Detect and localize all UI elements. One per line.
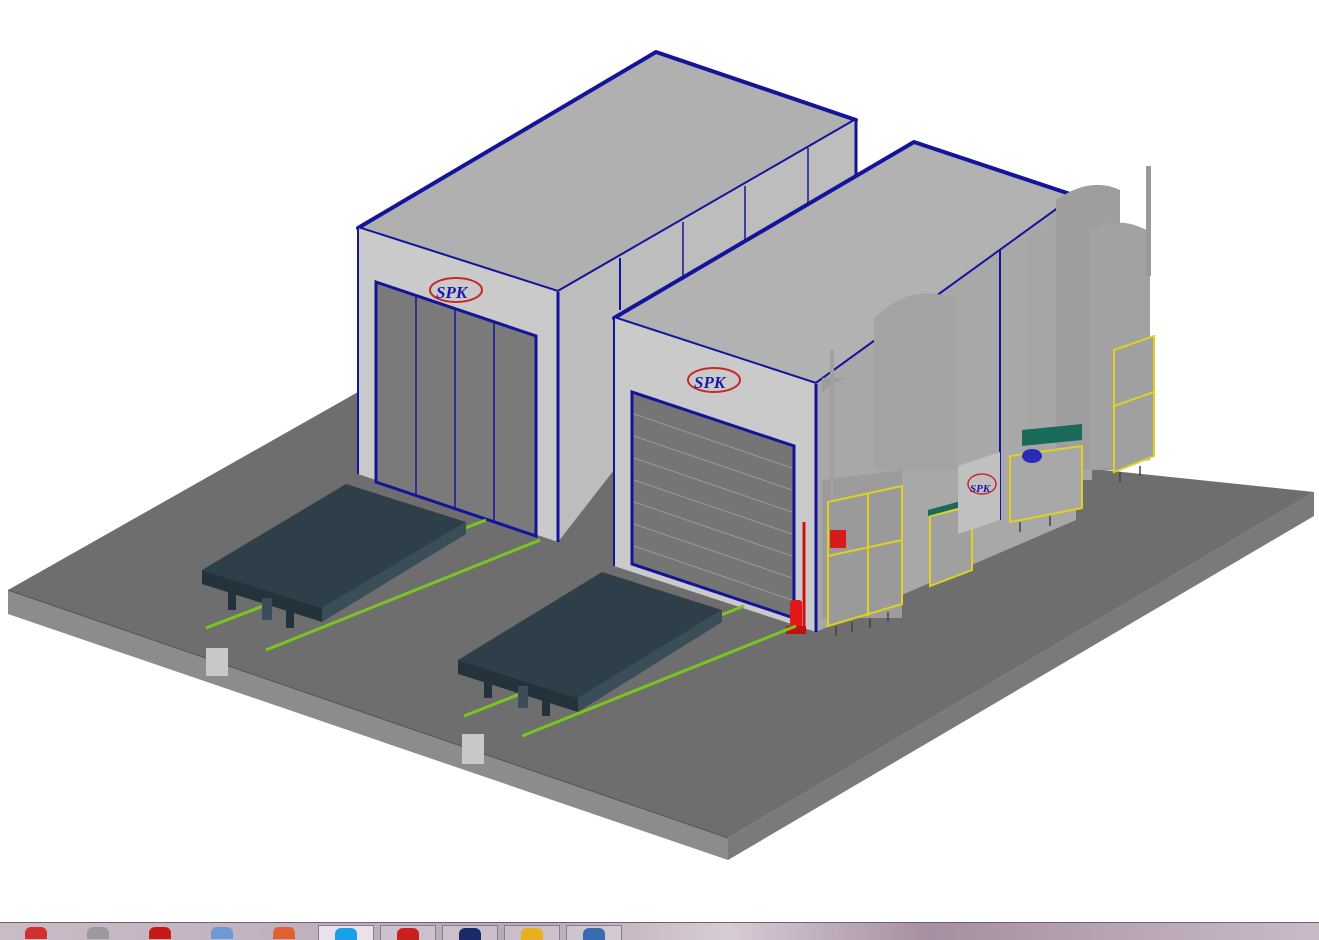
windows-taskbar [0, 922, 1319, 940]
taskbar-app-3[interactable] [132, 925, 188, 940]
booth-left-logo: SPK [436, 283, 469, 302]
spray-booth-3d-model: SPK SPK SPK [7, 50, 1314, 860]
document-icon [273, 927, 295, 939]
cad-viewport[interactable]: SPK SPK SPK [0, 0, 1319, 922]
printer-icon [87, 927, 109, 939]
pdf-icon [397, 928, 419, 940]
booth-right-logo: SPK [694, 373, 727, 392]
taskbar-app-2[interactable] [70, 925, 126, 940]
lock-icon [521, 928, 543, 940]
monitor-icon [583, 928, 605, 940]
taskbar-app-6[interactable] [318, 925, 374, 940]
folder-icon [211, 927, 233, 939]
taskbar-app-4[interactable] [194, 925, 250, 940]
taskbar-app-5[interactable] [256, 925, 312, 940]
browser-icon [149, 927, 171, 939]
taskbar-app-9[interactable] [504, 925, 560, 940]
taskbar-app-7[interactable] [380, 925, 436, 940]
taskbar-app-8[interactable] [442, 925, 498, 940]
terminal-icon [459, 928, 481, 940]
taskbar-app-1[interactable] [8, 925, 64, 940]
taskbar-app-10[interactable] [566, 925, 622, 940]
chat-icon [335, 928, 357, 940]
no-entry-icon [25, 927, 47, 939]
mixing-room-logo: SPK [970, 483, 991, 495]
